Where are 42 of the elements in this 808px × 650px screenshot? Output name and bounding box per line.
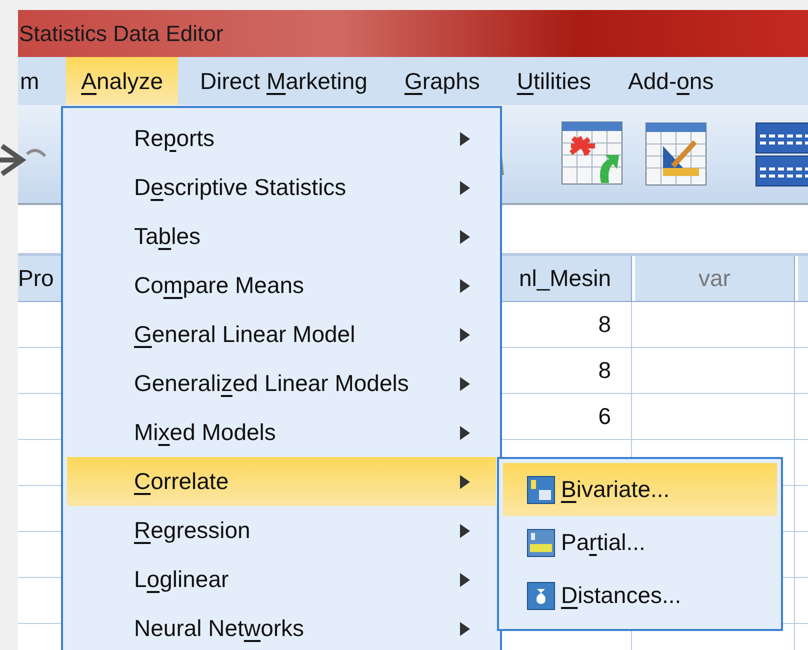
submenu-arrow-icon <box>460 572 470 586</box>
table-cell-text: 8 <box>598 356 611 386</box>
submenu-arrow-icon <box>460 278 470 292</box>
submenu-arrow-icon <box>460 328 470 342</box>
split-table-icon <box>755 121 808 187</box>
menu-item[interactable]: Tables <box>67 212 496 261</box>
menu-item[interactable]: Direct Marketing <box>185 57 382 105</box>
partial-correlation-icon <box>527 528 555 556</box>
submenu-arrow-icon <box>460 376 470 390</box>
table-cell-text: 6 <box>598 402 611 432</box>
menu-item[interactable]: Partial... <box>503 516 777 569</box>
correlation-icon <box>527 476 555 504</box>
submenu-arrow-icon <box>460 132 470 146</box>
menu-item[interactable]: Distances... <box>503 569 777 622</box>
menu-item[interactable]: Compare Means <box>67 261 496 310</box>
menu-item[interactable]: General Linear Model <box>67 310 496 359</box>
delta-icon <box>527 582 555 610</box>
submenu-arrow-icon <box>460 426 470 440</box>
menu-item[interactable]: Mixed Models <box>67 408 496 457</box>
menu-item[interactable]: Add-ons <box>613 57 729 105</box>
submenu-arrow-icon <box>460 230 470 244</box>
insert-cases-icon <box>561 121 623 187</box>
submenu-arrow-icon <box>460 474 470 488</box>
table-cell-text: 8 <box>598 310 611 340</box>
menu-item[interactable]: Correlate <box>67 457 496 506</box>
submenu-arrow-icon <box>460 622 470 636</box>
column-header[interactable]: Pro <box>18 256 62 301</box>
menu-item[interactable]: Loglinear <box>67 555 496 604</box>
menu-item[interactable]: Graphs <box>389 57 495 105</box>
menu-item[interactable]: Utilities <box>502 57 606 105</box>
menu-item[interactable]: Generalized Linear Models <box>67 359 496 408</box>
menu-item[interactable]: m <box>18 57 60 105</box>
menu-item[interactable]: Bivariate... <box>503 463 777 516</box>
menu-item[interactable]: Regression <box>67 506 496 555</box>
define-variable-icon <box>645 122 707 186</box>
submenu-arrow-icon <box>460 180 470 194</box>
window-title: Statistics Data Editor <box>19 20 224 48</box>
menu-item[interactable]: Neural Networks <box>67 604 496 650</box>
menu-item[interactable]: Analyze <box>66 57 178 105</box>
submenu-arrow-icon <box>460 524 470 538</box>
menu-item[interactable]: Reports <box>67 114 496 163</box>
menu-item[interactable]: Descriptive Statistics <box>67 163 496 212</box>
